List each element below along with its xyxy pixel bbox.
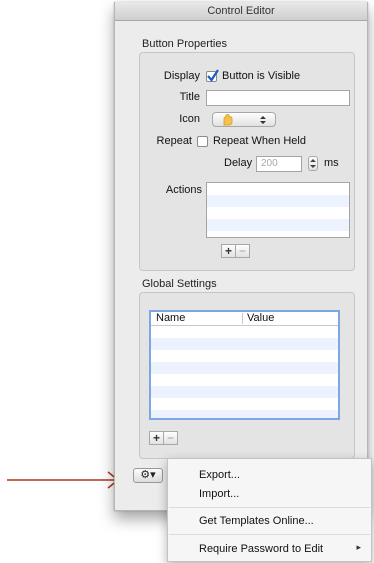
table-row[interactable] (151, 350, 338, 362)
table-row[interactable] (151, 362, 338, 374)
window-title: Control Editor (115, 2, 367, 21)
popup-arrows-icon (260, 116, 266, 124)
icon-popup[interactable] (212, 112, 276, 127)
repeat-label: Repeat (156, 135, 192, 147)
table-row[interactable] (151, 326, 338, 338)
delay-label: Delay (224, 157, 253, 169)
menu-item-import[interactable]: Import... (199, 488, 239, 500)
button-visible-label: Button is Visible (222, 70, 301, 82)
repeat-when-held-label: Repeat When Held (213, 135, 306, 147)
delay-field[interactable]: 200 (256, 156, 302, 172)
hand-icon (223, 114, 233, 126)
column-header-name[interactable]: Name (156, 312, 185, 325)
remove-setting-button[interactable]: − (163, 431, 178, 445)
table-row[interactable] (151, 386, 338, 398)
delay-unit-label: ms (324, 157, 339, 169)
add-action-button[interactable]: + (221, 244, 236, 258)
table-row[interactable] (151, 338, 338, 350)
button-visible-checkbox[interactable] (206, 69, 219, 82)
gear-dropdown-menu: Export... Import... Get Templates Online… (167, 458, 372, 562)
add-setting-button[interactable]: + (149, 431, 164, 445)
gear-icon: ⚙▾ (140, 469, 156, 481)
table-header: Name Value (151, 312, 338, 326)
button-properties-title: Button Properties (142, 38, 227, 50)
submenu-arrow-icon: ▸ (356, 542, 361, 552)
global-settings-table[interactable]: Name Value (149, 310, 340, 420)
arrow-right-icon (7, 471, 120, 489)
remove-action-button[interactable]: − (235, 244, 250, 258)
list-item[interactable] (207, 183, 349, 195)
column-header-value[interactable]: Value (247, 312, 274, 325)
table-row[interactable] (151, 410, 338, 418)
menu-item-export[interactable]: Export... (199, 469, 240, 481)
gear-menu-button[interactable]: ⚙▾ (133, 468, 163, 483)
list-item[interactable] (207, 207, 349, 219)
list-item[interactable] (207, 219, 349, 231)
actions-list[interactable] (206, 182, 350, 238)
table-row[interactable] (151, 374, 338, 386)
menu-separator (169, 534, 370, 535)
icon-label: Icon (179, 113, 200, 125)
global-settings-group: Name Value + − (139, 292, 355, 459)
display-label: Display (163, 70, 200, 82)
title-label: Title (179, 91, 200, 103)
checkmark-icon (207, 69, 219, 82)
table-row[interactable] (151, 398, 338, 410)
global-settings-title: Global Settings (142, 278, 217, 290)
title-field[interactable] (206, 90, 350, 106)
menu-item-require-password[interactable]: Require Password to Edit (199, 543, 323, 555)
stepper-icon (310, 159, 316, 168)
menu-item-get-templates[interactable]: Get Templates Online... (199, 515, 314, 527)
delay-stepper[interactable] (308, 156, 318, 171)
repeat-when-held-checkbox[interactable] (197, 136, 208, 147)
control-editor-window: Control Editor Button Properties Display… (114, 2, 368, 511)
button-properties-group: Display Button is Visible Title Icon Rep… (139, 52, 355, 271)
menu-separator (169, 507, 370, 508)
list-item[interactable] (207, 195, 349, 207)
column-divider (242, 313, 243, 324)
actions-label: Actions (165, 184, 202, 196)
